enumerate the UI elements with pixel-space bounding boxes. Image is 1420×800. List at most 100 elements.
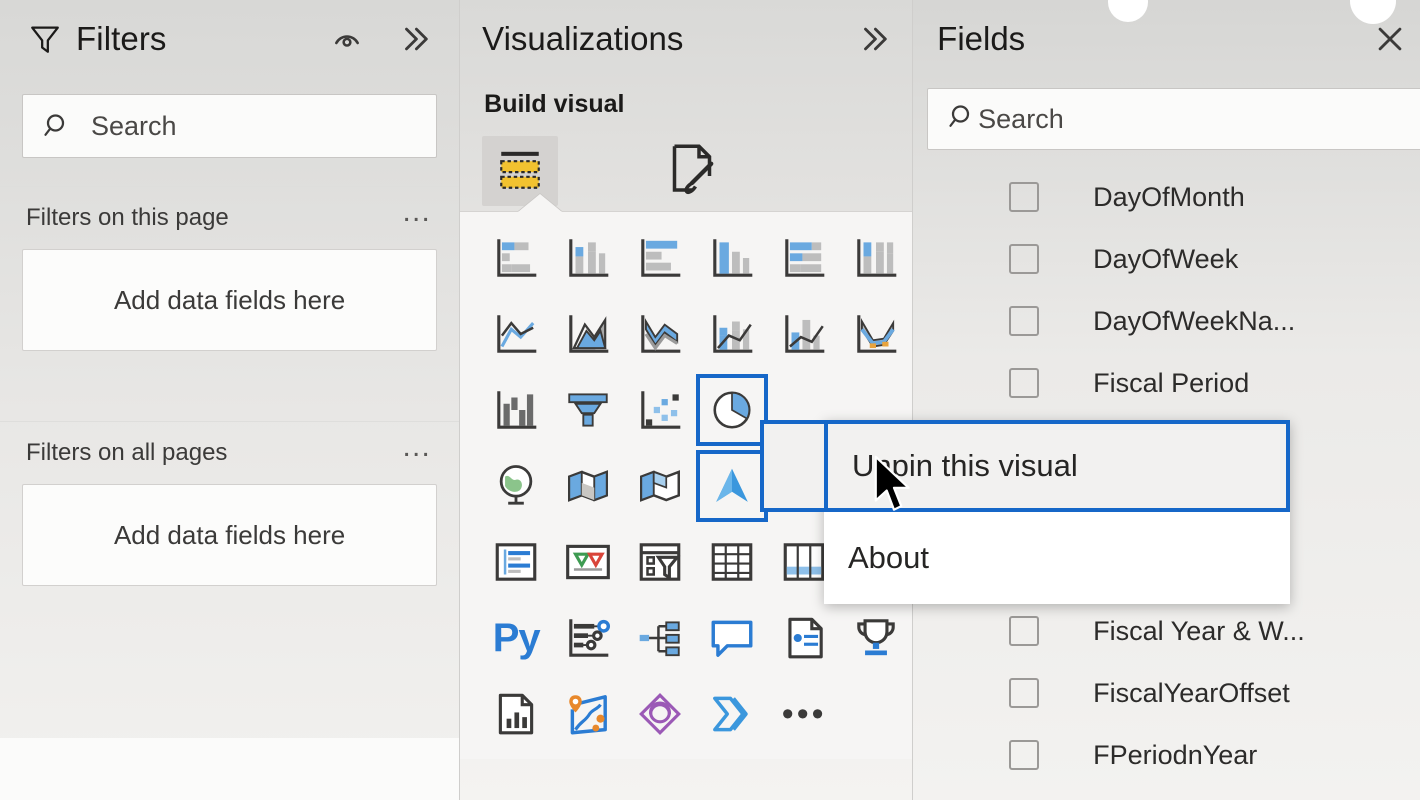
filters-on-all-pages-header: Filters on all pages … <box>22 422 437 484</box>
field-checkbox[interactable] <box>1009 368 1040 398</box>
qna-visual-icon[interactable] <box>696 602 768 674</box>
filters-on-this-page-section: Filters on this page … Add data fields h… <box>0 187 459 351</box>
field-checkbox[interactable] <box>1009 616 1040 646</box>
field-list-item[interactable]: DayOfWeekNa... <box>913 290 1420 352</box>
power-automate-visual-icon[interactable] <box>696 678 768 750</box>
arcgis-map-icon[interactable] <box>552 678 624 750</box>
filters-pane-footer <box>0 738 460 800</box>
metrics-visual-icon[interactable] <box>840 602 912 674</box>
power-bi-panes: Filters Search Filters on this page … Ad… <box>0 0 1420 800</box>
power-apps-visual-icon[interactable] <box>624 678 696 750</box>
search-icon <box>43 111 73 141</box>
filters-on-this-page-dropzone[interactable]: Add data fields here <box>22 249 438 351</box>
map-icon[interactable] <box>480 450 552 522</box>
filters-on-all-pages-section: Filters on all pages … Add data fields h… <box>0 422 459 586</box>
fields-search-placeholder: Search <box>978 103 1064 134</box>
visualizations-pane-header: Visualizations <box>460 0 912 78</box>
decomposition-tree-icon[interactable] <box>624 602 696 674</box>
shape-map-icon[interactable] <box>624 450 696 522</box>
funnel-chart-icon[interactable] <box>552 374 624 446</box>
filters-on-this-page-dropzone-label: Add data fields here <box>113 284 346 315</box>
python-visual-icon[interactable]: Py <box>480 602 552 674</box>
more-visuals-icon[interactable]: ••• <box>768 678 840 750</box>
field-list-item[interactable]: DayOfMonth <box>913 166 1420 228</box>
area-chart-icon[interactable] <box>552 298 624 370</box>
filters-on-this-page-header: Filters on this page … <box>22 187 437 249</box>
stacked-column-chart-icon[interactable] <box>552 222 624 294</box>
paginated-report-icon[interactable] <box>480 678 552 750</box>
line-and-clustered-column-chart-icon[interactable] <box>768 298 840 370</box>
filters-on-all-pages-dropzone[interactable]: Add data fields here <box>22 484 438 586</box>
fields-search-container: Search <box>913 78 1420 150</box>
filters-on-all-pages-more-icon[interactable]: … <box>401 432 433 464</box>
azure-map-icon[interactable] <box>696 450 769 522</box>
field-checkbox[interactable] <box>1009 182 1040 212</box>
visualizations-pane: Visualizations Build visual Py ••• <box>459 0 913 800</box>
py-label: Py <box>492 616 541 660</box>
field-checkbox[interactable] <box>1009 740 1040 770</box>
build-visual-label: Build visual <box>484 90 625 118</box>
field-label: FPeriodnYear <box>1093 739 1258 770</box>
gallery-empty-slot <box>840 678 912 750</box>
line-and-stacked-column-chart-icon[interactable] <box>696 298 768 370</box>
fields-pane-header: Fields <box>913 0 1420 78</box>
context-menu-item-about[interactable]: About <box>824 512 1290 604</box>
key-influencers-icon[interactable] <box>552 602 624 674</box>
clustered-bar-chart-icon[interactable] <box>624 222 696 294</box>
format-visual-tab[interactable] <box>654 136 730 206</box>
ribbon-chart-icon[interactable] <box>840 298 912 370</box>
context-menu-selection-extension <box>760 420 824 512</box>
100-percent-stacked-bar-chart-icon[interactable] <box>768 222 840 294</box>
filters-on-all-pages-dropzone-label: Add data fields here <box>113 519 346 550</box>
100-percent-stacked-column-chart-icon[interactable] <box>840 222 912 294</box>
field-checkbox[interactable] <box>1009 678 1040 708</box>
selected-tab-caret <box>518 194 563 212</box>
field-list-item[interactable]: Fiscal Year & W... <box>913 600 1420 662</box>
filters-section-gap <box>0 351 459 393</box>
field-label: FiscalYearOffset <box>1093 677 1290 708</box>
filters-pane: Filters Search Filters on this page … Ad… <box>0 0 460 800</box>
filters-search-input[interactable]: Search <box>22 94 438 158</box>
field-list-item[interactable]: Fiscal Period <box>913 352 1420 414</box>
visualizations-pane-title: Visualizations <box>482 20 684 57</box>
scatter-chart-icon[interactable] <box>624 374 696 446</box>
clustered-column-chart-icon[interactable] <box>696 222 768 294</box>
field-list-item[interactable]: DayOfWeek <box>913 228 1420 290</box>
close-icon[interactable] <box>1370 19 1410 59</box>
collapse-filters-pane-icon[interactable] <box>395 19 435 59</box>
kpi-icon[interactable] <box>552 526 624 598</box>
funnel-icon <box>28 22 62 56</box>
filters-search-container: Search <box>0 78 459 158</box>
stacked-bar-chart-icon[interactable] <box>480 222 552 294</box>
ellipsis-label: ••• <box>781 695 827 733</box>
fields-search-input[interactable]: Search <box>927 88 1420 150</box>
filled-map-icon[interactable] <box>552 450 624 522</box>
filters-search-placeholder: Search <box>91 110 177 141</box>
field-label: DayOfMonth <box>1093 181 1245 212</box>
search-icon <box>948 102 978 137</box>
filters-on-this-page-label: Filters on this page <box>26 204 229 231</box>
smart-narrative-icon[interactable] <box>768 602 840 674</box>
paintbrush-page-icon <box>664 141 720 202</box>
filters-on-this-page-more-icon[interactable]: … <box>401 197 433 229</box>
visualizations-tabstrip <box>460 127 912 212</box>
context-menu-item-label: About <box>848 540 930 575</box>
field-checkbox[interactable] <box>1009 306 1040 336</box>
hide-filter-pane-icon[interactable] <box>327 19 367 59</box>
field-label: DayOfWeekNa... <box>1093 305 1296 336</box>
filters-pane-header: Filters <box>0 0 459 78</box>
stacked-area-chart-icon[interactable] <box>624 298 696 370</box>
fields-pane-title: Fields <box>937 20 1026 57</box>
mouse-cursor-icon <box>872 455 916 517</box>
field-label: Fiscal Period <box>1093 367 1250 398</box>
collapse-visualizations-pane-icon[interactable] <box>854 19 894 59</box>
pie-chart-icon[interactable] <box>696 374 769 446</box>
table-icon[interactable] <box>696 526 768 598</box>
waterfall-chart-icon[interactable] <box>480 374 552 446</box>
field-list-item[interactable]: FiscalYearOffset <box>913 662 1420 724</box>
line-chart-icon[interactable] <box>480 298 552 370</box>
field-list-item[interactable]: FPeriodnYear <box>913 724 1420 786</box>
multi-row-card-icon[interactable] <box>480 526 552 598</box>
slicer-icon[interactable] <box>624 526 696 598</box>
field-checkbox[interactable] <box>1009 244 1040 274</box>
